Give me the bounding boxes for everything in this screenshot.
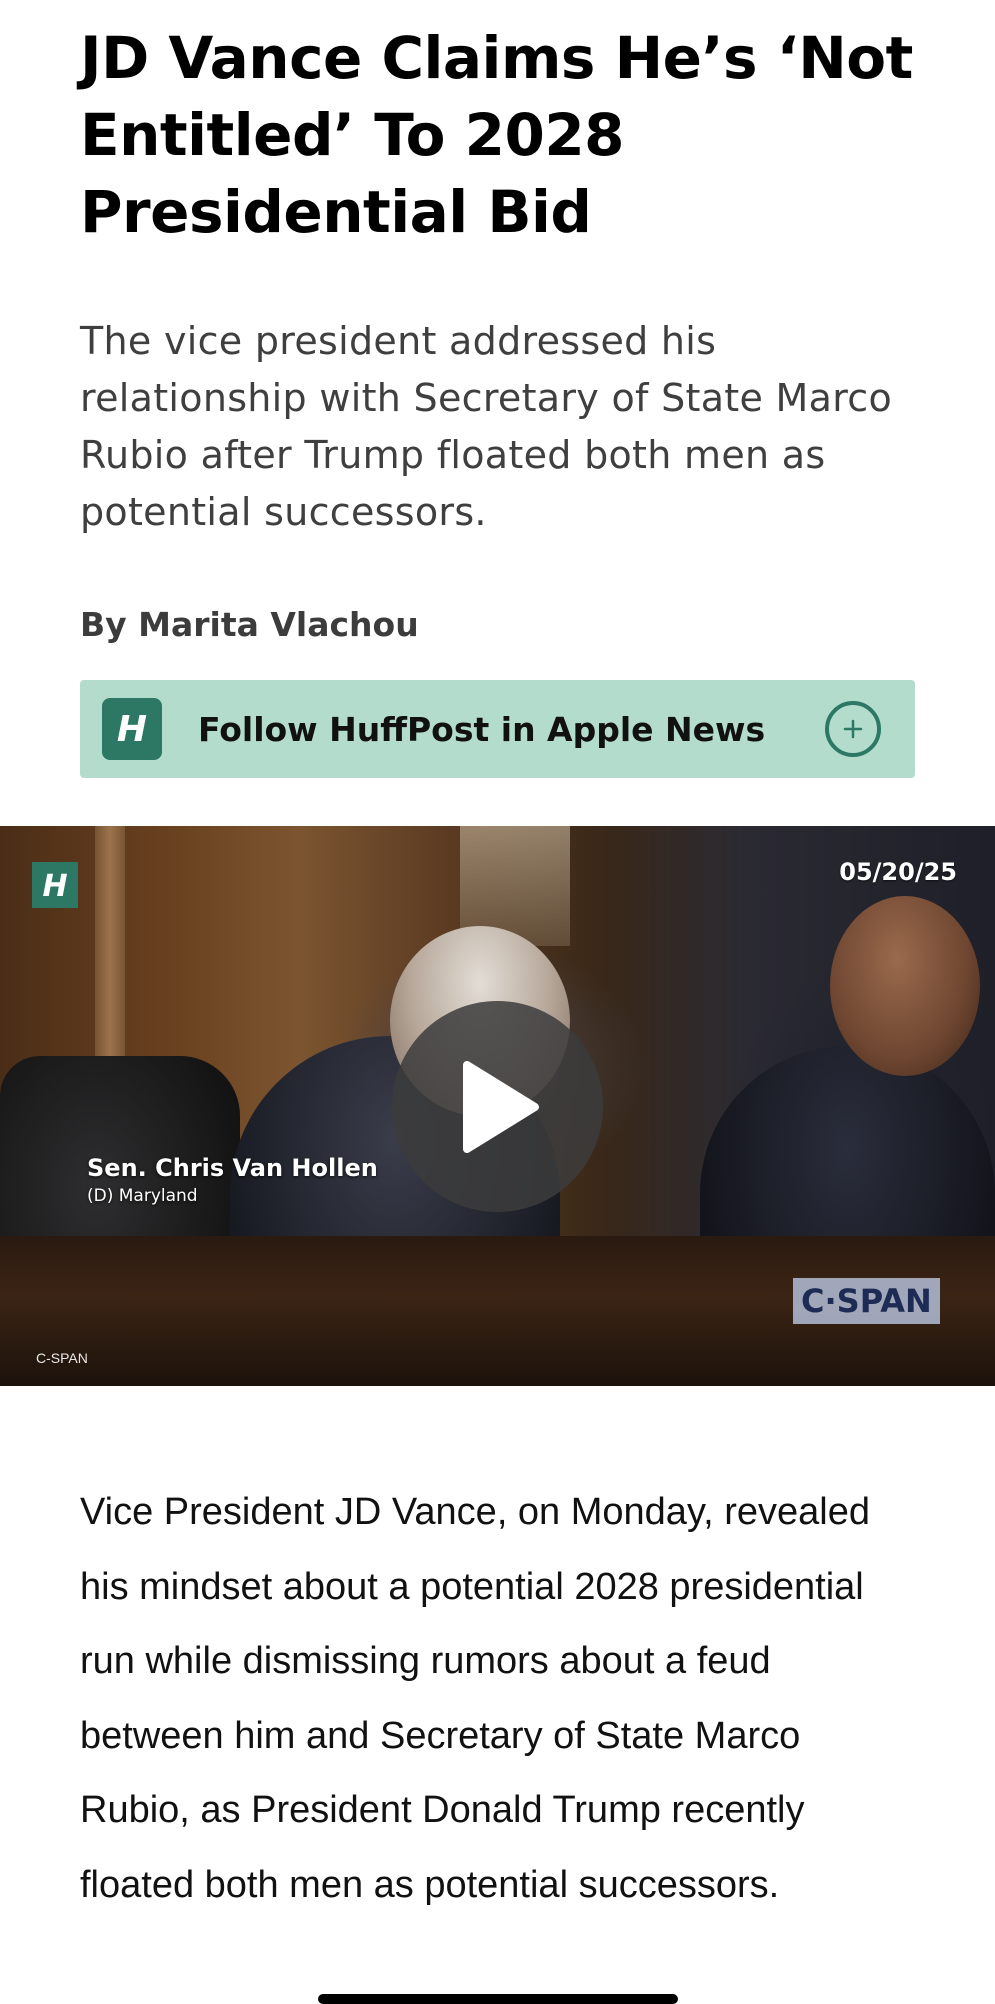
article-headline: JD Vance Claims He’s ‘Not Entitled’ To 2… — [80, 24, 913, 246]
video-h-icon: H — [42, 869, 67, 902]
home-indicator — [318, 1994, 678, 2004]
video-player[interactable]: H 05/20/25 Sen. Chris Van Hollen (D) Mar… — [0, 826, 995, 1386]
video-date: 05/20/25 — [839, 858, 957, 886]
huffpost-logo-icon: H — [102, 698, 162, 760]
second-person-head — [830, 896, 980, 1076]
video-credit: C-SPAN — [36, 1350, 88, 1366]
video-huffpost-logo-icon: H — [32, 862, 78, 908]
lower-third-subtitle: (D) Maryland — [87, 1186, 198, 1206]
plus-icon — [843, 719, 863, 739]
svg-text:H: H — [42, 869, 67, 902]
follow-label: Follow HuffPost in Apple News — [198, 709, 766, 749]
lower-third-name: Sen. Chris Van Hollen — [87, 1154, 378, 1182]
plus-circle-icon[interactable] — [825, 701, 881, 757]
article-body-paragraph: Vice President JD Vance, on Monday, reve… — [80, 1491, 871, 1906]
svg-text:H: H — [117, 709, 147, 749]
play-button[interactable] — [392, 1001, 603, 1212]
network-bug: C·SPAN — [793, 1278, 940, 1324]
play-icon — [462, 1060, 539, 1153]
huffpost-h-icon: H — [117, 709, 147, 749]
follow-apple-news-button[interactable]: H Follow HuffPost in Apple News — [80, 680, 915, 778]
article-dek: The vice president addressed his relatio… — [80, 319, 893, 534]
article-byline[interactable]: By Marita Vlachou — [80, 605, 915, 644]
